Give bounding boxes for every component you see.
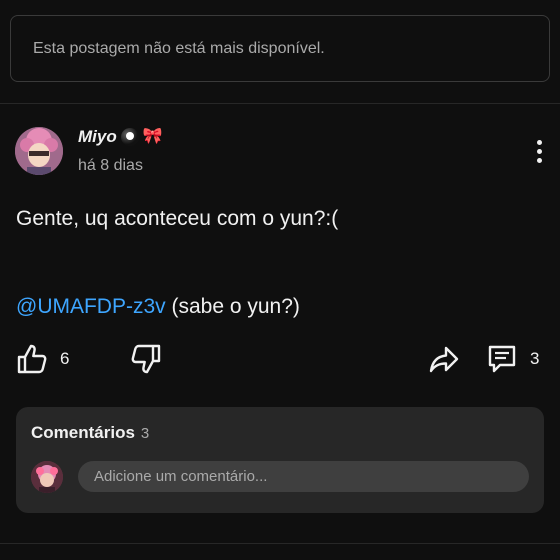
- comments-label: Comentários: [31, 423, 135, 442]
- comments-section[interactable]: Comentários 3: [16, 407, 544, 513]
- current-user-avatar: [31, 461, 63, 493]
- bottom-divider: [0, 543, 560, 544]
- author-avatar[interactable]: [15, 127, 63, 175]
- author-line: Miyo 🎀: [78, 127, 163, 147]
- author-name[interactable]: Miyo: [78, 127, 117, 147]
- unavailable-notice: Esta postagem não está mais disponível.: [10, 15, 550, 82]
- like-count: 6: [60, 349, 70, 368]
- comments-count: 3: [140, 425, 150, 442]
- comment-input[interactable]: [78, 461, 529, 492]
- more-dot: [537, 149, 542, 154]
- billiard-ball-icon: [120, 128, 139, 146]
- comments-header: Comentários 3: [31, 423, 149, 443]
- more-options-button[interactable]: [528, 138, 550, 166]
- unavailable-text: Esta postagem não está mais disponível.: [33, 39, 325, 57]
- like-button[interactable]: 6: [16, 343, 69, 375]
- section-divider: [0, 103, 560, 104]
- comment-button[interactable]: 3: [486, 343, 539, 375]
- post-mention-line: @UMAFDP-z3v (sabe o yun?): [16, 294, 300, 320]
- more-dot: [537, 158, 542, 163]
- comment-count: 3: [530, 349, 540, 368]
- share-icon: [429, 346, 459, 373]
- thumbs-up-icon: [17, 344, 47, 374]
- ribbon-bow-icon: 🎀: [142, 128, 163, 145]
- thumbs-down-icon: [131, 344, 161, 374]
- comment-icon: [488, 345, 516, 373]
- mention-suffix: (sabe o yun?): [165, 295, 300, 318]
- more-dot: [537, 140, 542, 145]
- avatar-image: [15, 127, 63, 175]
- dislike-button[interactable]: [130, 343, 162, 375]
- post-timestamp[interactable]: há 8 dias: [78, 157, 143, 175]
- share-button[interactable]: [428, 343, 460, 375]
- user-avatar-image: [31, 461, 63, 493]
- post-text: Gente, uq aconteceu com o yun?:(: [16, 207, 339, 230]
- mention-link[interactable]: @UMAFDP-z3v: [16, 295, 166, 318]
